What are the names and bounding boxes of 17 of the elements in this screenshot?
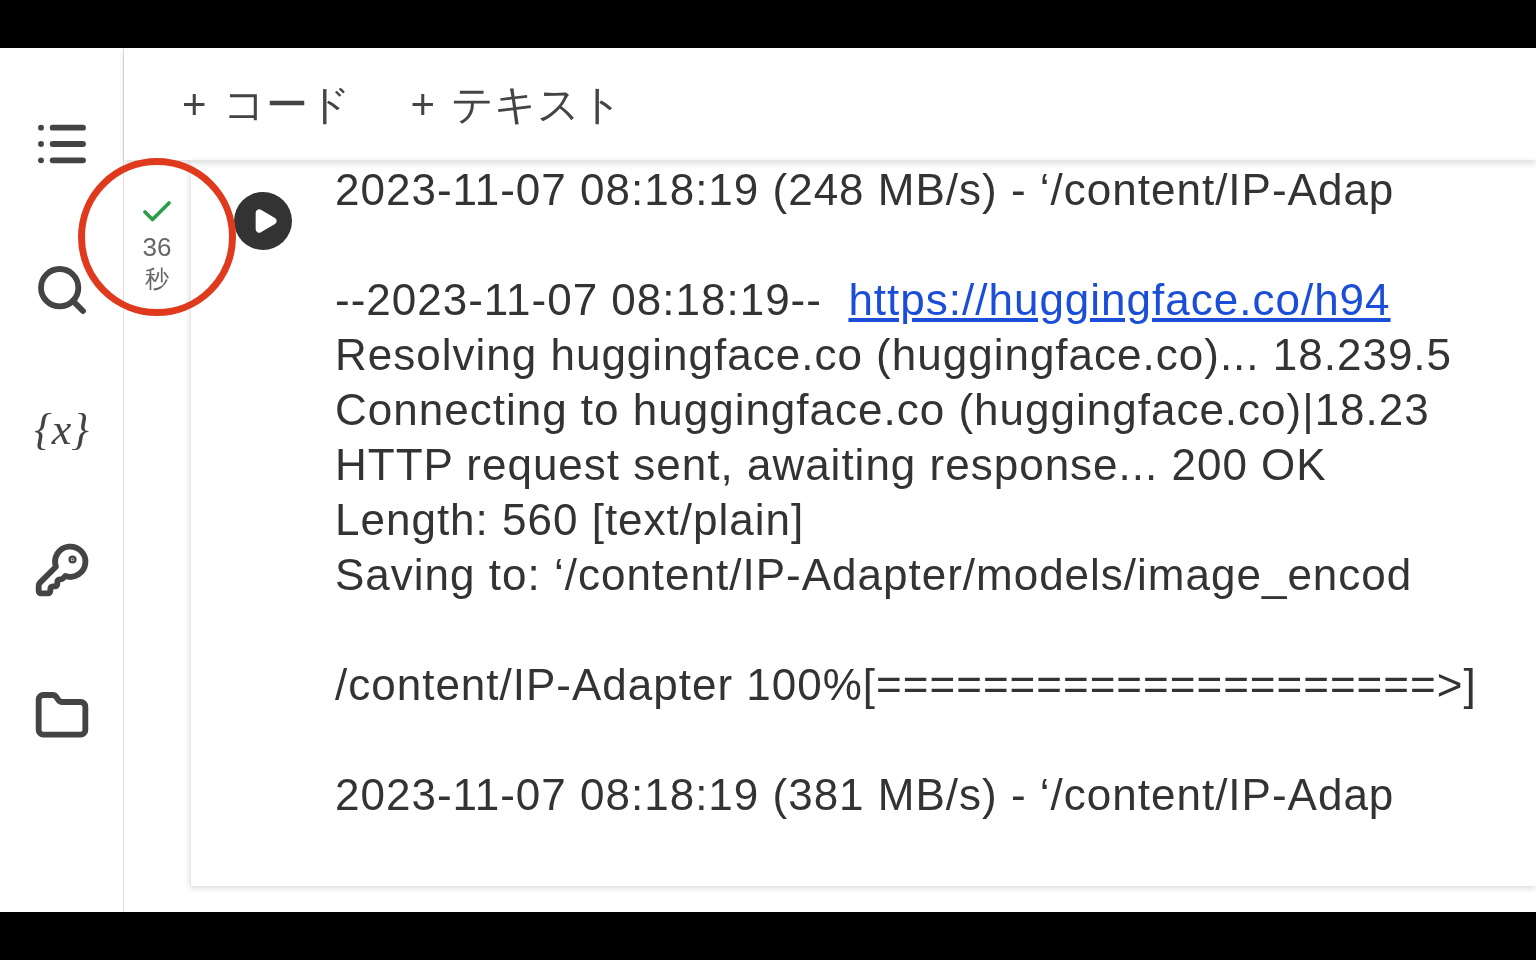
output-line: --2023-11-07 08:18:19-- (335, 274, 823, 326)
output-line: /content/IP-Adapter 100%[=====================>] (335, 659, 1477, 711)
output-line: Connecting to huggingface.co (huggingface.co)|18.23 (335, 384, 1430, 436)
run-time: 36 (142, 231, 172, 264)
variables-icon[interactable]: {x} (34, 408, 89, 452)
add-button[interactable]: + テキスト (410, 72, 624, 136)
key-icon[interactable] (33, 542, 90, 598)
run-time-unit: 秒 (145, 264, 169, 294)
url-link[interactable]: https://huggingface.co/h94 (848, 272, 1391, 327)
output-line: 2023-11-07 08:18:19 (381 MB/s) - ‘/content/IP-Adap (335, 769, 1395, 821)
add-button[interactable]: + コード (182, 72, 351, 136)
output-line: HTTP request sent, awaiting response... 200 OK (335, 439, 1327, 491)
output-line: Saving to: ‘/content/IP-Adapter/models/image_encod (335, 549, 1413, 601)
output-line: Length: 560 [text/plain] (335, 494, 805, 546)
output-line: Resolving huggingface.co (huggingface.co)... 18.239.5 (335, 329, 1453, 381)
run-button[interactable] (234, 192, 292, 250)
output-line: 2023-11-07 08:18:19 (248 MB/s) - ‘/content/IP-Adap (335, 164, 1395, 216)
